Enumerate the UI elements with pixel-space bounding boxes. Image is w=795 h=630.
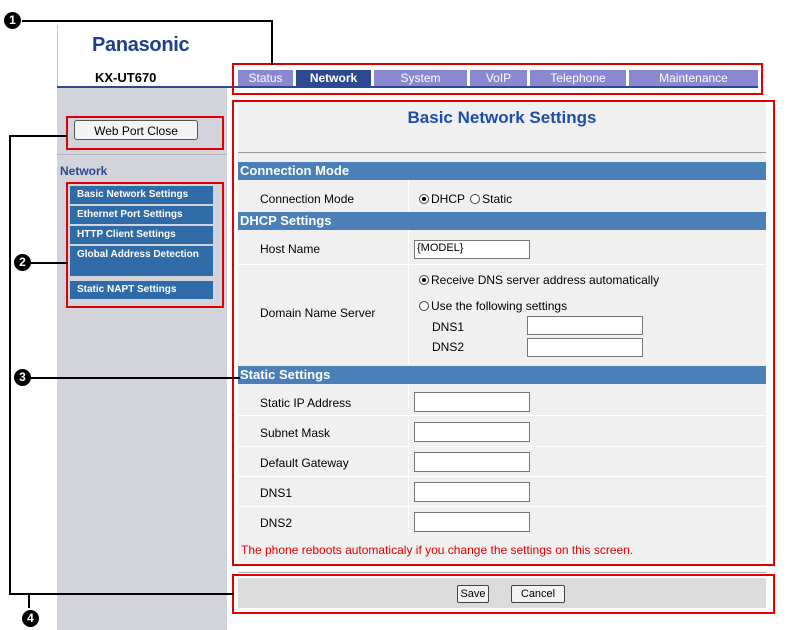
bottom-divider — [238, 572, 766, 573]
callout-frame-settings — [232, 100, 775, 566]
callout-line-4-top — [9, 135, 67, 137]
callout-line-1-drop — [271, 20, 273, 65]
callout-line-1 — [22, 20, 272, 22]
callout-marker-3: 3 — [14, 369, 31, 386]
callout-frame-web-port — [66, 116, 224, 150]
callout-marker-4: 4 — [22, 610, 39, 627]
callout-line-2 — [30, 262, 68, 264]
callout-marker-1: 1 — [4, 12, 21, 29]
callout-frame-actions — [232, 574, 775, 614]
callout-frame-sidebar-menu — [66, 182, 224, 308]
callout-marker-2: 2 — [14, 254, 31, 271]
sidebar-section-title: Network — [60, 164, 108, 178]
callout-line-3 — [30, 377, 240, 379]
callout-line-4-bottom — [9, 593, 234, 595]
sidebar-divider — [57, 154, 227, 155]
callout-line-4-stub — [28, 593, 30, 608]
callout-frame-tabs — [232, 63, 763, 95]
brand-logo: Panasonic — [92, 34, 190, 56]
callout-line-4-vertical — [9, 135, 11, 595]
model-name: KX-UT670 — [95, 70, 157, 85]
